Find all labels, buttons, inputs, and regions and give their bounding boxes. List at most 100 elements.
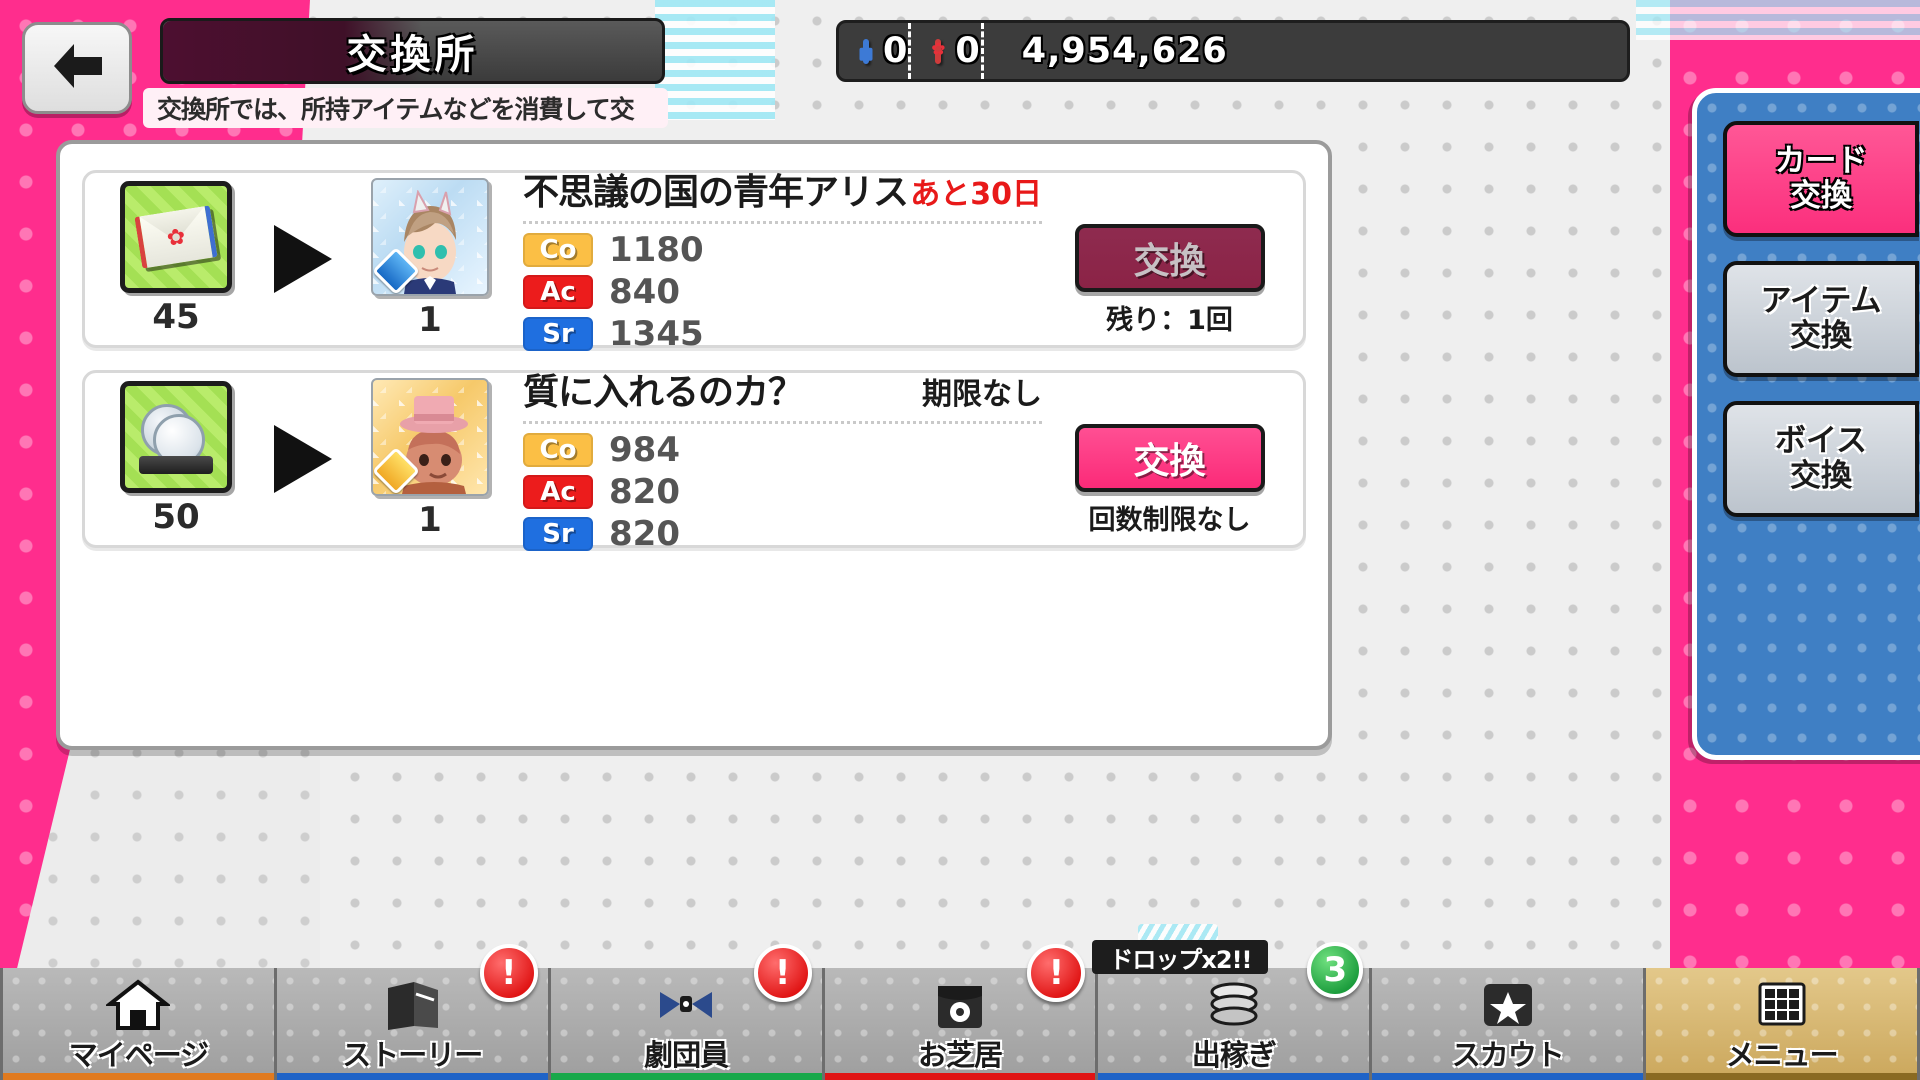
stat-row-sr: Sr 820 (523, 514, 1042, 554)
currency-red-ticket-value: 0 (955, 31, 981, 71)
limit-label: あと30日 (910, 176, 1042, 212)
nav-item-scout[interactable]: スカウト (1372, 968, 1647, 1080)
status-badge: 3 (1307, 942, 1364, 998)
card-info: 不思議の国の青年アリス あと30日 Co 1180 Ac 840 Sr 1345 (505, 172, 1052, 354)
sidebar-item-label-line2: 交換 (1790, 318, 1852, 354)
back-button[interactable] (22, 22, 132, 114)
stat-value-sr: 820 (609, 513, 680, 554)
sidebar-item-label-line2: 交換 (1790, 178, 1852, 214)
stat-row-co: Co 984 (523, 430, 1042, 470)
card-stats: Co 984 Ac 820 Sr 820 (523, 428, 1042, 556)
stat-row-ac: Ac 840 (523, 272, 1042, 312)
page-subtitle-plate: 交換所では、所持アイテムなどを消費して交 (143, 88, 668, 128)
sidebar-item-voice-exchange[interactable]: ボイス 交換 (1723, 401, 1919, 517)
stat-tag-sr: Sr (523, 316, 593, 351)
status-badge: ! (753, 944, 812, 1002)
sidebar-item-label-line1: カード (1774, 142, 1868, 179)
table-row[interactable]: 50 1 質に入れるのカ？ 期限なし Co 984 Ac 820 Sr 820 … (82, 370, 1306, 554)
currency-blue-ticket-value: 0 (883, 31, 909, 71)
nav-label: マイページ (68, 1038, 209, 1072)
exchange-button[interactable]: 交換 (1074, 224, 1265, 292)
stat-tag-co: Co (523, 432, 593, 467)
currency-gold-value: 4,954,626 (1021, 31, 1228, 71)
nav-label: お芝居 (918, 1038, 1003, 1072)
nav-underline (824, 1073, 1096, 1080)
stat-value-ac: 820 (609, 471, 680, 512)
nav-item-menu[interactable]: メニュー (1646, 968, 1920, 1080)
table-row[interactable]: 45 1 (82, 170, 1306, 354)
card-name: 質に入れるのカ？ (523, 371, 804, 413)
page-title-plate: 交換所 (160, 18, 665, 84)
green-medal-card-icon (120, 381, 232, 493)
limit-label: 期限なし (922, 376, 1042, 412)
arrow-left-icon (48, 40, 106, 96)
nav-underline (550, 1073, 822, 1080)
sidebar-item-label-line2: 交換 (1790, 458, 1852, 494)
nav-underline (1646, 1073, 1918, 1080)
nav-label: メニュー (1725, 1038, 1839, 1072)
nav-item-story[interactable]: ストーリー ! (276, 944, 551, 1080)
top-hat-card-icon (371, 378, 489, 496)
stat-value-ac: 840 (609, 271, 680, 312)
stat-value-co: 984 (609, 429, 680, 470)
cost-quantity: 45 (152, 297, 200, 337)
book-icon (380, 976, 444, 1032)
nav-item-work[interactable]: ドロップx2!! 出稼ぎ 3 (1092, 924, 1373, 1080)
sidebar-item-card-exchange[interactable]: カード 交換 (1723, 121, 1919, 237)
background-stripe-decoration (655, 0, 775, 120)
stat-row-ac: Ac 820 (523, 472, 1042, 512)
nav-label: スカウト (1451, 1038, 1565, 1072)
drop-rate-banner: ドロップx2!! (1092, 940, 1269, 974)
divider (523, 220, 1042, 224)
exchange-category-sidebar: カード 交換 アイテム 交換 ボイス 交換 (1692, 88, 1920, 760)
cost-quantity: 50 (152, 497, 200, 537)
exchange-list-panel: 45 1 (56, 140, 1332, 750)
currency-gold[interactable]: 4,954,626 (980, 23, 1228, 79)
red-envelope-icon (935, 38, 942, 64)
stat-row-co: Co 1180 (523, 230, 1042, 270)
divider (523, 420, 1042, 424)
stat-row-sr: Sr 1345 (523, 314, 1042, 354)
remaining-label: 残り：1回 (1106, 305, 1233, 336)
sidebar-item-label-line1: アイテム (1760, 282, 1882, 319)
sidebar-item-label-line1: ボイス (1774, 422, 1868, 459)
stat-tag-ac: Ac (523, 474, 593, 509)
background-stripe-decoration-right (1636, 0, 1920, 40)
blue-envelope-icon (863, 38, 869, 64)
bowtie-icon (654, 976, 718, 1032)
grid-icon (1750, 976, 1814, 1032)
stat-value-sr: 1345 (609, 313, 704, 354)
currency-blue-ticket[interactable]: 0 (839, 23, 908, 79)
stat-value-co: 1180 (609, 229, 704, 270)
home-icon (106, 976, 171, 1032)
alice-boy-card-icon (371, 178, 489, 296)
stat-tag-co: Co (523, 232, 593, 267)
nav-underline (1098, 1073, 1370, 1080)
status-badge: ! (1027, 944, 1086, 1002)
arrow-right-icon (251, 221, 355, 297)
page-subtitle: 交換所では、所持アイテムなどを消費して交 (157, 95, 635, 124)
exchange-button[interactable]: 交換 (1074, 424, 1265, 492)
card-stats: Co 1180 Ac 840 Sr 1345 (523, 228, 1042, 356)
currency-red-ticket[interactable]: 0 (908, 23, 980, 79)
nav-label: 出稼ぎ (1191, 1038, 1277, 1072)
reward-quantity: 1 (418, 300, 442, 340)
cost-item: 50 (101, 381, 251, 537)
reward-item[interactable]: 1 (355, 178, 505, 340)
green-letter-card-icon (120, 181, 232, 293)
star-icon (1476, 976, 1540, 1032)
remaining-label: 回数制限なし (1088, 505, 1251, 536)
row-actions: 交換 残り：1回 (1052, 173, 1287, 345)
nav-item-members[interactable]: 劇団員 ! (550, 944, 825, 1080)
nav-underline (276, 1073, 548, 1080)
bottom-navigation: マイページ ストーリー ! 劇団員 ! お芝居 ! ドロップx2!! 出稼ぎ 3 (0, 924, 1920, 1080)
nav-item-play[interactable]: お芝居 ! (824, 944, 1099, 1080)
nav-label: 劇団員 (644, 1038, 729, 1072)
nav-item-mypage[interactable]: マイページ (0, 968, 277, 1080)
sidebar-item-item-exchange[interactable]: アイテム 交換 (1723, 261, 1919, 377)
reward-quantity: 1 (418, 500, 442, 540)
stat-tag-ac: Ac (523, 274, 593, 309)
page-title: 交換所 (346, 32, 479, 78)
reward-item[interactable]: 1 (355, 378, 505, 540)
stat-tag-sr: Sr (523, 516, 593, 551)
